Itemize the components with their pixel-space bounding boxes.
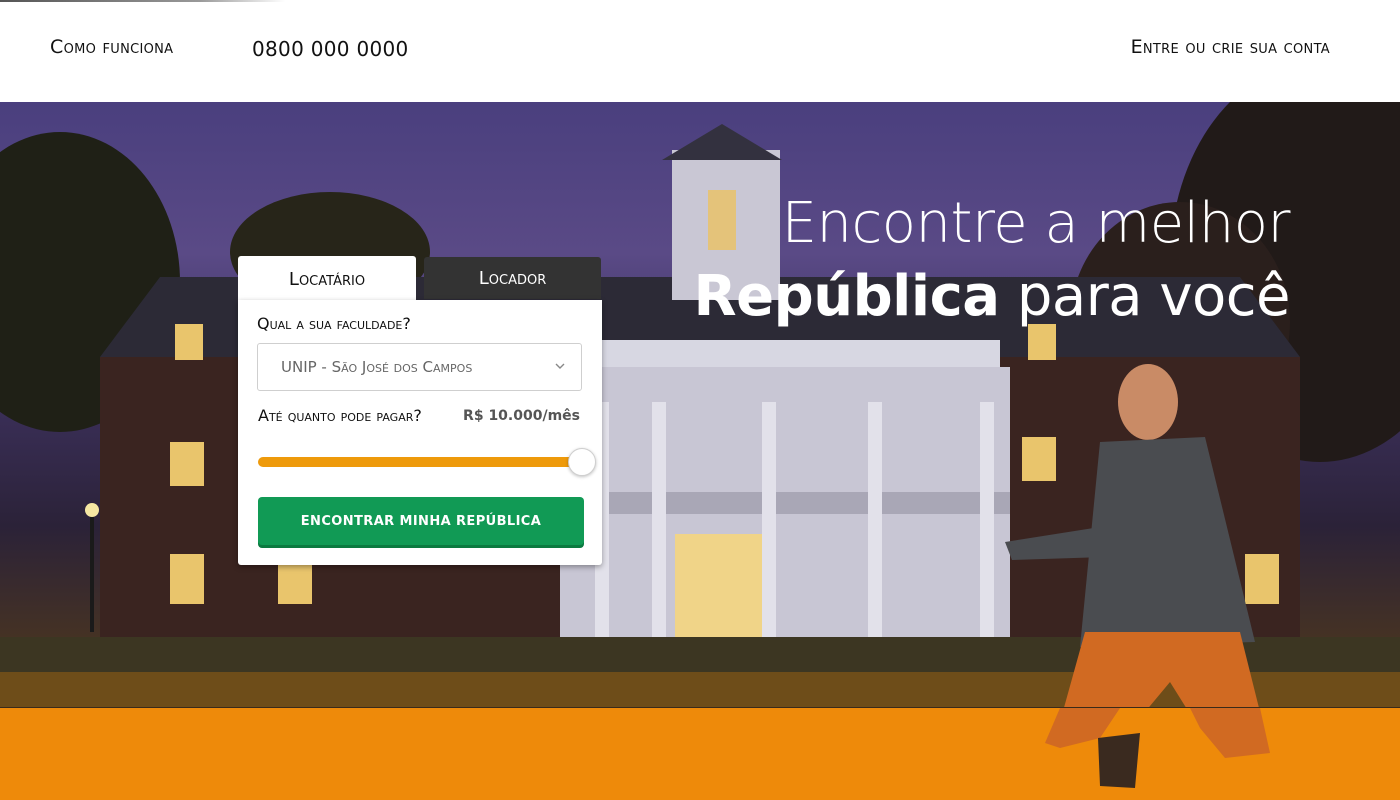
person-legs-illustration	[1045, 708, 1270, 788]
tab-renter[interactable]: Locatário	[238, 256, 416, 302]
phone-number-link[interactable]: 0800 000 0000	[252, 37, 409, 61]
login-signup-link[interactable]: Entre ou crie sua conta	[1131, 36, 1330, 58]
find-republica-button[interactable]: ENCONTRAR MINHA REPÚBLICA	[258, 497, 584, 545]
college-label: Qual a sua faculdade?	[257, 314, 411, 333]
hero-headline-bold: República	[693, 263, 1001, 329]
college-select-value: UNIP - São José dos Campos	[281, 358, 473, 376]
price-slider-fill	[258, 457, 584, 467]
header-progress-line	[0, 0, 285, 2]
price-slider-handle[interactable]	[568, 448, 596, 476]
price-slider-track[interactable]	[258, 457, 584, 467]
hero-banner: Encontre a melhor República para você	[0, 102, 1400, 708]
price-label: Até quanto pode pagar?	[258, 406, 422, 425]
nav-how-it-works-link[interactable]: Como funciona	[50, 36, 173, 58]
tab-landlord[interactable]: Locador	[424, 257, 601, 299]
price-value: R$ 10.000/mês	[463, 408, 580, 424]
hero-headline-line2: República para você	[693, 261, 1291, 334]
hero-headline-line1: Encontre a melhor	[781, 191, 1291, 256]
college-select[interactable]: UNIP - São José dos Campos	[257, 343, 582, 391]
search-card: Qual a sua faculdade? UNIP - São José do…	[238, 300, 602, 565]
hero-headline-rest: para você	[999, 263, 1291, 329]
chevron-down-icon	[555, 363, 565, 369]
bottom-orange-band	[0, 707, 1400, 800]
site-header: Como funciona 0800 000 0000 Entre ou cri…	[0, 0, 1400, 102]
hero-headline: Encontre a melhor República para você	[693, 188, 1291, 334]
